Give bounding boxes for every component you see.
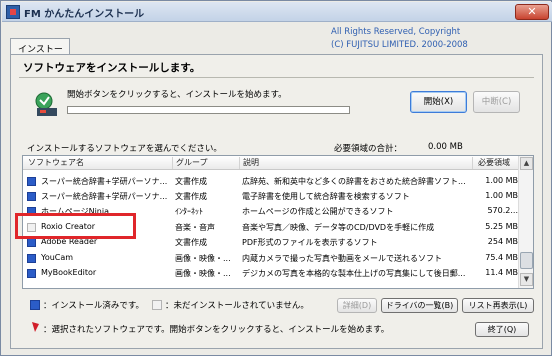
header-separator	[172, 157, 173, 169]
row-size: 1.00 MB	[485, 191, 518, 200]
legend-installed: ：インストール済みです。	[43, 301, 144, 311]
status-text: 開始ボタンをクリックすると、インストールを始めます。	[67, 90, 287, 100]
required-space-value: 0.00 MB	[428, 142, 463, 152]
start-button[interactable]: 開始(X)	[410, 91, 467, 113]
row-size: 5.25 MB	[485, 222, 518, 231]
row-name: YouCam	[41, 253, 74, 262]
row-desc: PDF形式のファイルを表示するソフト	[242, 238, 378, 247]
row-name: MyBookEditor	[41, 268, 97, 277]
installed-icon	[27, 254, 36, 263]
row-group: 文書作成	[175, 192, 207, 201]
row-size: 254 MB	[487, 237, 518, 246]
exit-button[interactable]: 終了(Q)	[475, 322, 529, 337]
divider	[19, 77, 534, 78]
row-desc: 音楽や写真／映像、データ等のCD/DVDを手軽に作成	[242, 223, 435, 232]
window-title: FM かんたんインストール	[24, 9, 145, 20]
stop-button[interactable]: 中断(C)	[473, 91, 520, 113]
driver-list-button[interactable]: ドライバの一覧(B)	[381, 298, 458, 313]
installed-icon	[27, 269, 36, 278]
row-size: 11.4 MB	[485, 268, 518, 277]
copyright-line1: All Rights Reserved, Copyright	[331, 27, 461, 37]
row-desc: 広辞苑、新和英中など多くの辞書をおさめた統合辞書ソフト...	[242, 177, 466, 186]
selected-check-icon	[32, 322, 39, 332]
row-size: 570.2...	[487, 206, 518, 215]
table-row[interactable]: スーパー統合辞書+学研パーソナ... 文書作成 広辞苑、新和英中など多くの辞書を…	[23, 174, 520, 189]
row-desc: デジカメの写真を本格的な製本仕上げの写真集にして後日郵...	[242, 269, 466, 278]
header-separator	[239, 157, 240, 169]
header-name[interactable]: ソフトウェア名	[28, 157, 84, 168]
list-scrollbar[interactable]: ▲ ▼	[518, 156, 533, 288]
copyright-line2: (C) FUJITSU LIMITED. 2000-2008	[331, 40, 468, 50]
header-group[interactable]: グループ	[176, 157, 208, 168]
installed-icon	[27, 238, 36, 247]
installed-icon	[27, 177, 36, 186]
close-button[interactable]: ✕	[515, 4, 549, 20]
row-group: 画像・映像・...	[175, 269, 231, 278]
details-button[interactable]: 詳細(D)	[337, 298, 377, 313]
row-group: 画像・映像・...	[175, 254, 231, 263]
tab-install[interactable]: インストール	[10, 38, 70, 68]
list-header: ソフトウェア名 グループ 説明 必要領域	[23, 156, 520, 170]
not-installed-icon	[152, 300, 162, 310]
copyright: All Rights Reserved, Copyright (C) FUJIT…	[331, 26, 468, 52]
row-desc: ホームページの作成と公開ができるソフト	[242, 207, 394, 216]
table-row[interactable]: スーパー統合辞書+学研パーソナ... 文書作成 電子辞書を使用して統合辞書を検索…	[23, 189, 520, 204]
scroll-down-icon[interactable]: ▼	[520, 273, 533, 286]
select-instruction: インストールするソフトウェアを選んでください。	[27, 144, 222, 154]
selection-highlight	[15, 213, 136, 239]
header-size[interactable]: 必要領域	[478, 157, 510, 168]
row-desc: 内蔵カメラで撮った写真や動画をメールで送れるソフト	[242, 254, 442, 263]
app-icon	[6, 5, 20, 19]
scroll-thumb[interactable]	[520, 252, 533, 269]
row-group: 文書作成	[175, 238, 207, 247]
legend-selected: ：選択されたソフトウェアです。開始ボタンをクリックすると、インストールを始めます…	[43, 325, 390, 335]
row-size: 75.4 MB	[485, 253, 518, 262]
progress-bar	[67, 106, 350, 114]
redisplay-list-button[interactable]: リスト再表示(L)	[462, 298, 534, 313]
legend-not-installed: ：未だインストールされていません。	[165, 301, 309, 311]
installed-icon	[27, 192, 36, 201]
required-space-label: 必要領域の合計：	[334, 144, 403, 154]
row-name: スーパー統合辞書+学研パーソナ...	[41, 177, 168, 186]
installer-window: FM かんたんインストール ✕ All Rights Reserved, Cop…	[0, 0, 552, 356]
header-desc[interactable]: 説明	[243, 157, 259, 168]
scroll-up-icon[interactable]: ▲	[520, 157, 533, 170]
row-size: 1.00 MB	[485, 176, 518, 185]
page-heading: ソフトウェアをインストールします。	[23, 62, 201, 74]
row-desc: 電子辞書を使用して統合辞書を検索するソフト	[242, 192, 410, 201]
row-name: スーパー統合辞書+学研パーソナ...	[41, 192, 168, 201]
title-bar: FM かんたんインストール ✕	[2, 2, 552, 22]
header-separator	[472, 157, 473, 169]
row-group: 音楽・音声	[175, 223, 215, 232]
installed-icon	[30, 300, 40, 310]
table-row[interactable]: YouCam 画像・映像・... 内蔵カメラで撮った写真や動画をメールで送れるソ…	[23, 251, 520, 266]
row-group: ｲﾝﾀｰﾈｯﾄ	[175, 207, 203, 216]
installer-icon	[35, 92, 57, 116]
table-row[interactable]: MyBookEditor 画像・映像・... デジカメの写真を本格的な製本仕上げ…	[23, 266, 520, 281]
row-group: 文書作成	[175, 177, 207, 186]
